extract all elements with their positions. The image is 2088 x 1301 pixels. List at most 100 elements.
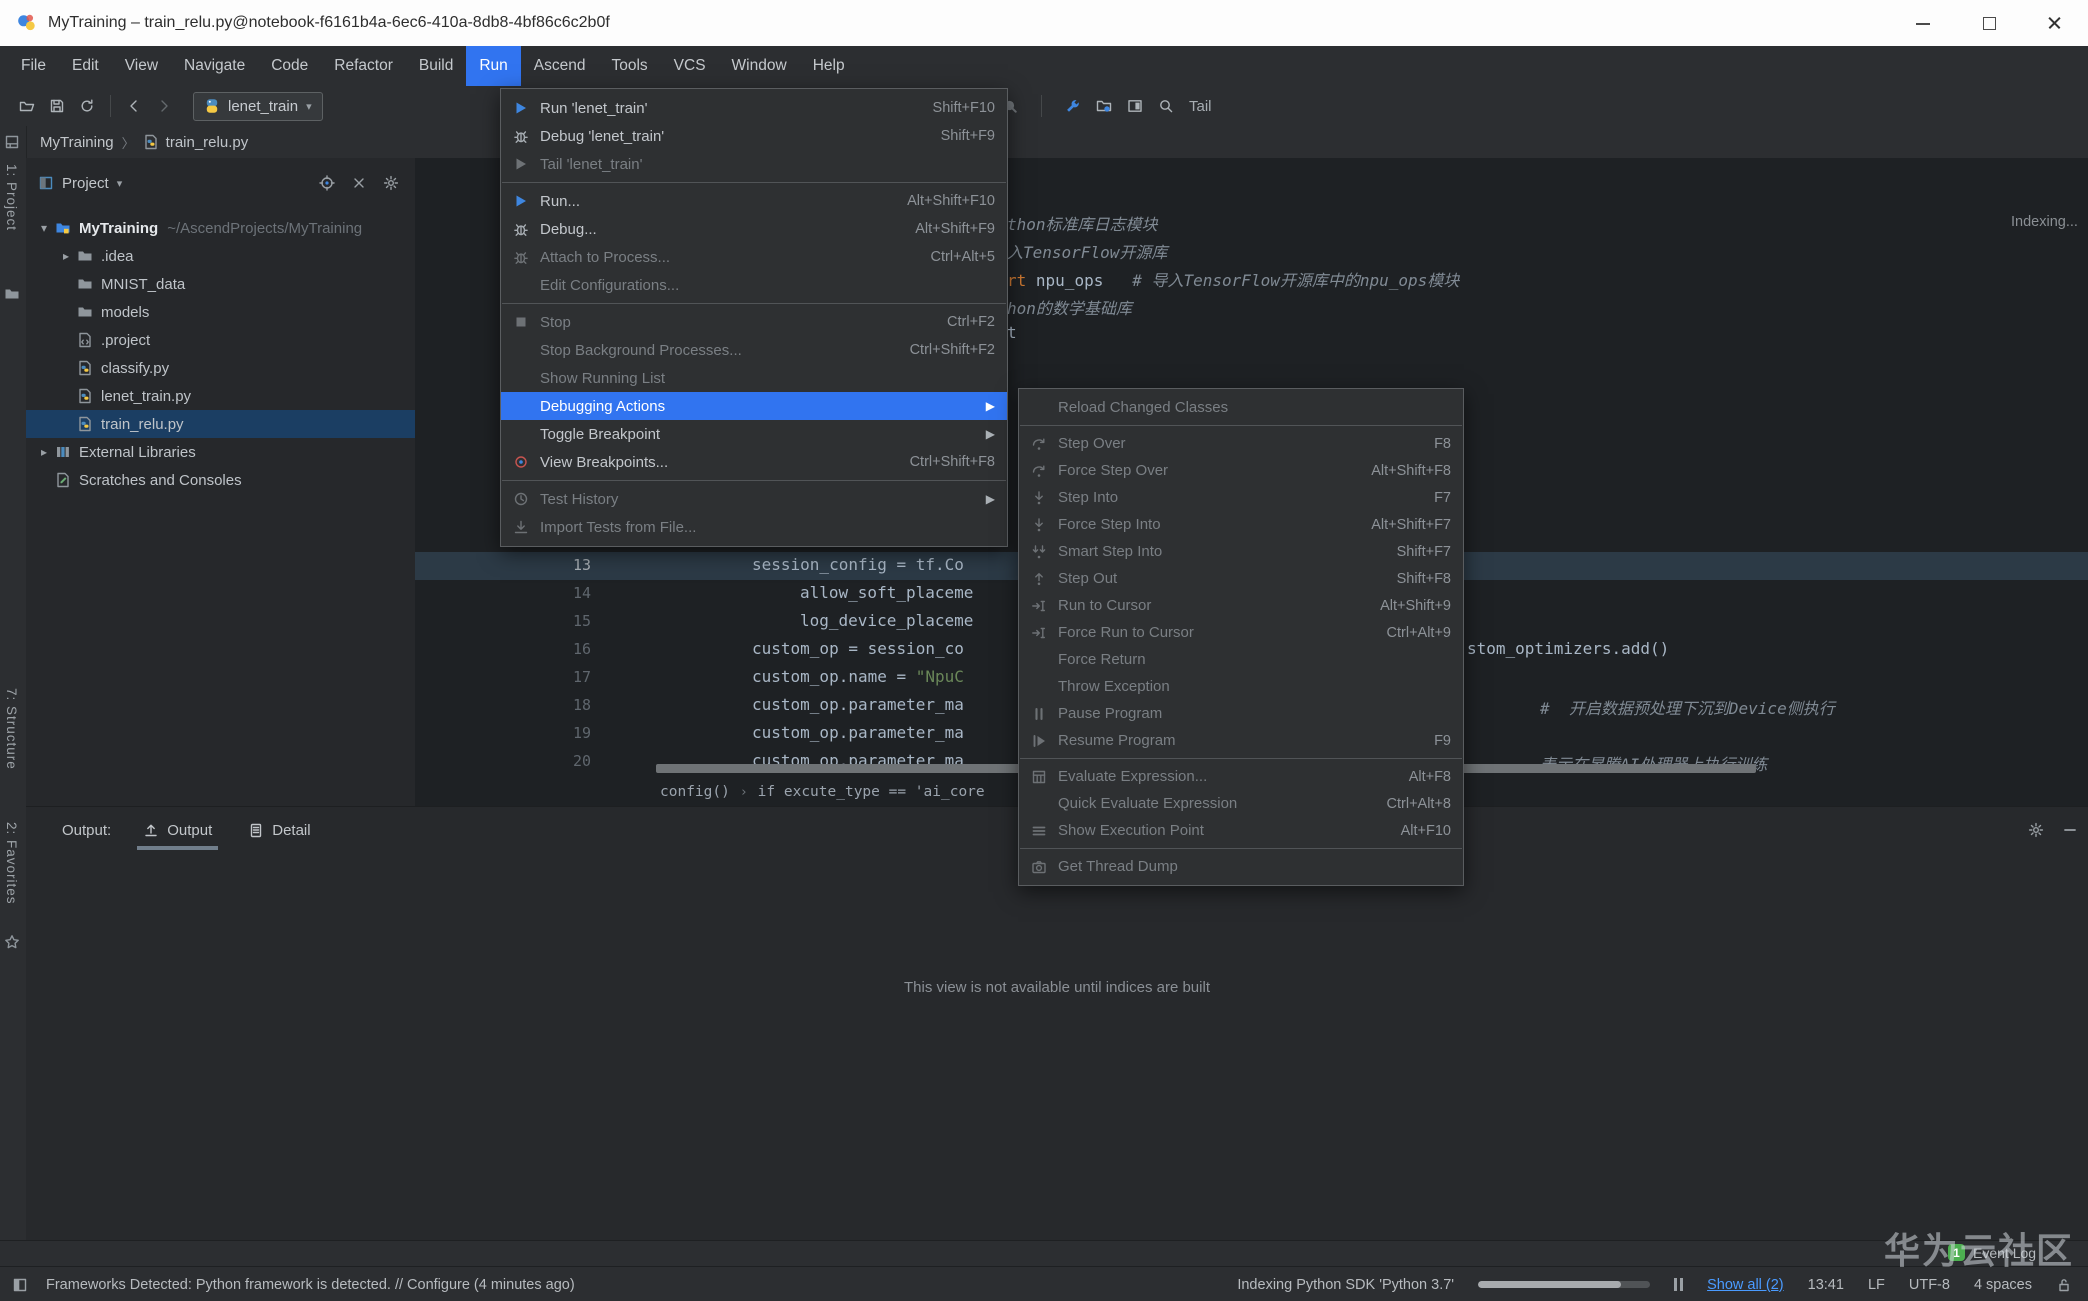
encoding-indicator[interactable]: UTF-8 xyxy=(1909,1277,1950,1293)
menu-item-edit-configurations[interactable]: Edit Configurations... xyxy=(501,271,1007,299)
tree-item-lenet-train-py[interactable]: lenet_train.py xyxy=(26,382,415,410)
menu-build[interactable]: Build xyxy=(406,46,466,86)
menu-item-debug[interactable]: Debug...Alt+Shift+F9 xyxy=(501,215,1007,243)
menu-run[interactable]: Run xyxy=(466,46,520,86)
menu-item-step-over[interactable]: Step OverF8 xyxy=(1019,430,1463,457)
menu-item-throw-exception[interactable]: Throw Exception xyxy=(1019,673,1463,700)
folder-sync-icon[interactable] xyxy=(1096,98,1112,114)
menu-vcs[interactable]: VCS xyxy=(661,46,719,86)
lock-icon[interactable] xyxy=(2056,1277,2072,1293)
tool-window-icon[interactable] xyxy=(1127,98,1143,114)
menu-item-run-lenet-train[interactable]: Run 'lenet_train'Shift+F10 xyxy=(501,94,1007,122)
menu-view[interactable]: View xyxy=(112,46,171,86)
menu-edit[interactable]: Edit xyxy=(59,46,112,86)
menu-item-force-step-into[interactable]: Force Step IntoAlt+Shift+F7 xyxy=(1019,511,1463,538)
menu-navigate[interactable]: Navigate xyxy=(171,46,258,86)
folder-icon[interactable] xyxy=(4,286,20,307)
tool-windows-toggle-icon[interactable] xyxy=(12,1277,28,1293)
menu-item-evaluate-expression[interactable]: Evaluate Expression...Alt+F8 xyxy=(1019,763,1463,790)
menu-item-smart-step-into[interactable]: Smart Step IntoShift+F7 xyxy=(1019,538,1463,565)
menu-item-stop[interactable]: StopCtrl+F2 xyxy=(501,308,1007,336)
run-configuration-selector[interactable]: lenet_train ▾ xyxy=(193,92,323,121)
menu-item-resume-program[interactable]: Resume ProgramF9 xyxy=(1019,727,1463,754)
menu-item-import-tests-from-file[interactable]: Import Tests from File... xyxy=(501,513,1007,541)
menu-item-attach-to-process[interactable]: Attach to Process...Ctrl+Alt+5 xyxy=(501,243,1007,271)
show-all-link[interactable]: Show all (2) xyxy=(1707,1277,1784,1293)
close-button[interactable] xyxy=(2046,14,2064,32)
breadcrumb-file[interactable]: train_relu.py xyxy=(166,134,249,151)
menu-item-show-running-list[interactable]: Show Running List xyxy=(501,364,1007,392)
scratch-icon xyxy=(54,472,72,488)
tree-item-scratches-and-consoles[interactable]: Scratches and Consoles xyxy=(26,466,415,494)
menu-item-get-thread-dump[interactable]: Get Thread Dump xyxy=(1019,853,1463,880)
back-icon[interactable] xyxy=(119,92,149,120)
menu-item-run[interactable]: Run...Alt+Shift+F10 xyxy=(501,187,1007,215)
menu-item-test-history[interactable]: Test History▶ xyxy=(501,485,1007,513)
chevron-down-icon[interactable]: ▾ xyxy=(34,221,54,235)
refresh-icon[interactable] xyxy=(72,92,102,120)
chevron-right-icon[interactable]: ▸ xyxy=(56,249,76,263)
indent-indicator[interactable]: 4 spaces xyxy=(1974,1277,2032,1293)
settings-icon[interactable] xyxy=(383,175,399,191)
tree-item-mytraining[interactable]: ▾MyTraining~/AscendProjects/MyTraining xyxy=(26,214,415,242)
menu-window[interactable]: Window xyxy=(719,46,800,86)
menu-item-debug-lenet-train[interactable]: Debug 'lenet_train'Shift+F9 xyxy=(501,122,1007,150)
tree-item-train-relu-py[interactable]: train_relu.py xyxy=(26,410,415,438)
menu-item-step-out[interactable]: Step OutShift+F8 xyxy=(1019,565,1463,592)
collapse-icon[interactable] xyxy=(351,175,367,191)
output-tab-output[interactable]: Output xyxy=(137,807,218,853)
status-message[interactable]: Frameworks Detected: Python framework is… xyxy=(46,1277,575,1293)
menu-item-view-breakpoints[interactable]: View Breakpoints...Ctrl+Shift+F8 xyxy=(501,448,1007,476)
tree-item--project[interactable]: .project xyxy=(26,326,415,354)
breadcrumb-project[interactable]: MyTraining xyxy=(40,134,114,151)
menu-item-reload-changed-classes[interactable]: Reload Changed Classes xyxy=(1019,394,1463,421)
hide-icon[interactable] xyxy=(2062,822,2078,838)
save-icon[interactable] xyxy=(42,92,72,120)
pause-indexing-icon[interactable] xyxy=(1674,1278,1683,1291)
tree-item-classify-py[interactable]: classify.py xyxy=(26,354,415,382)
maximize-button[interactable] xyxy=(1980,14,1998,32)
menu-item-tail-lenet-train[interactable]: Tail 'lenet_train' xyxy=(501,150,1007,178)
menu-item-force-return[interactable]: Force Return xyxy=(1019,646,1463,673)
search-icon[interactable] xyxy=(1158,98,1174,114)
tree-item--idea[interactable]: ▸.idea xyxy=(26,242,415,270)
menu-item-show-execution-point[interactable]: Show Execution PointAlt+F10 xyxy=(1019,817,1463,844)
wrench-icon[interactable] xyxy=(1065,98,1081,114)
menu-tools[interactable]: Tools xyxy=(598,46,660,86)
menu-code[interactable]: Code xyxy=(258,46,321,86)
menu-item-force-run-to-cursor[interactable]: Force Run to CursorCtrl+Alt+9 xyxy=(1019,619,1463,646)
tool-window-icon[interactable] xyxy=(4,134,20,155)
forward-icon[interactable] xyxy=(149,92,179,120)
event-log[interactable]: 1 Event Log xyxy=(1948,1244,2036,1261)
sidebar-tab-project[interactable]: 1: Project xyxy=(4,164,19,231)
settings-icon[interactable] xyxy=(2028,822,2044,838)
tree-item-external-libraries[interactable]: ▸External Libraries xyxy=(26,438,415,466)
open-folder-icon[interactable] xyxy=(12,92,42,120)
menu-help[interactable]: Help xyxy=(800,46,858,86)
sidebar-tab-favorites[interactable]: 2: Favorites xyxy=(4,822,19,905)
editor-breadcrumb-item[interactable]: if excute_type == 'ai_core xyxy=(758,784,985,800)
menu-ascend[interactable]: Ascend xyxy=(521,46,599,86)
star-icon[interactable] xyxy=(4,934,20,955)
locate-icon[interactable] xyxy=(319,175,335,191)
minimize-button[interactable] xyxy=(1914,14,1932,32)
line-separator-indicator[interactable]: LF xyxy=(1868,1277,1885,1293)
menu-item-run-to-cursor[interactable]: Run to CursorAlt+Shift+9 xyxy=(1019,592,1463,619)
tree-item-mnist-data[interactable]: MNIST_data xyxy=(26,270,415,298)
menu-file[interactable]: File xyxy=(8,46,59,86)
menu-item-debugging-actions[interactable]: Debugging Actions▶ xyxy=(501,392,1007,420)
tree-item-models[interactable]: models xyxy=(26,298,415,326)
editor-breadcrumb-item[interactable]: config() xyxy=(660,784,730,800)
menu-item-quick-evaluate-expression[interactable]: Quick Evaluate ExpressionCtrl+Alt+8 xyxy=(1019,790,1463,817)
sidebar-tab-structure[interactable]: 7: Structure xyxy=(4,688,19,770)
chevron-right-icon[interactable]: ▸ xyxy=(34,445,54,459)
menu-refactor[interactable]: Refactor xyxy=(321,46,406,86)
menu-item-pause-program[interactable]: Pause Program xyxy=(1019,700,1463,727)
menu-item-force-step-over[interactable]: Force Step OverAlt+Shift+F8 xyxy=(1019,457,1463,484)
project-panel-title[interactable]: Project xyxy=(62,175,109,192)
menu-item-step-into[interactable]: Step IntoF7 xyxy=(1019,484,1463,511)
line-number: 20 xyxy=(533,752,591,770)
menu-item-toggle-breakpoint[interactable]: Toggle Breakpoint▶ xyxy=(501,420,1007,448)
menu-item-stop-background-processes[interactable]: Stop Background Processes...Ctrl+Shift+F… xyxy=(501,336,1007,364)
output-tab-detail[interactable]: Detail xyxy=(242,807,316,853)
